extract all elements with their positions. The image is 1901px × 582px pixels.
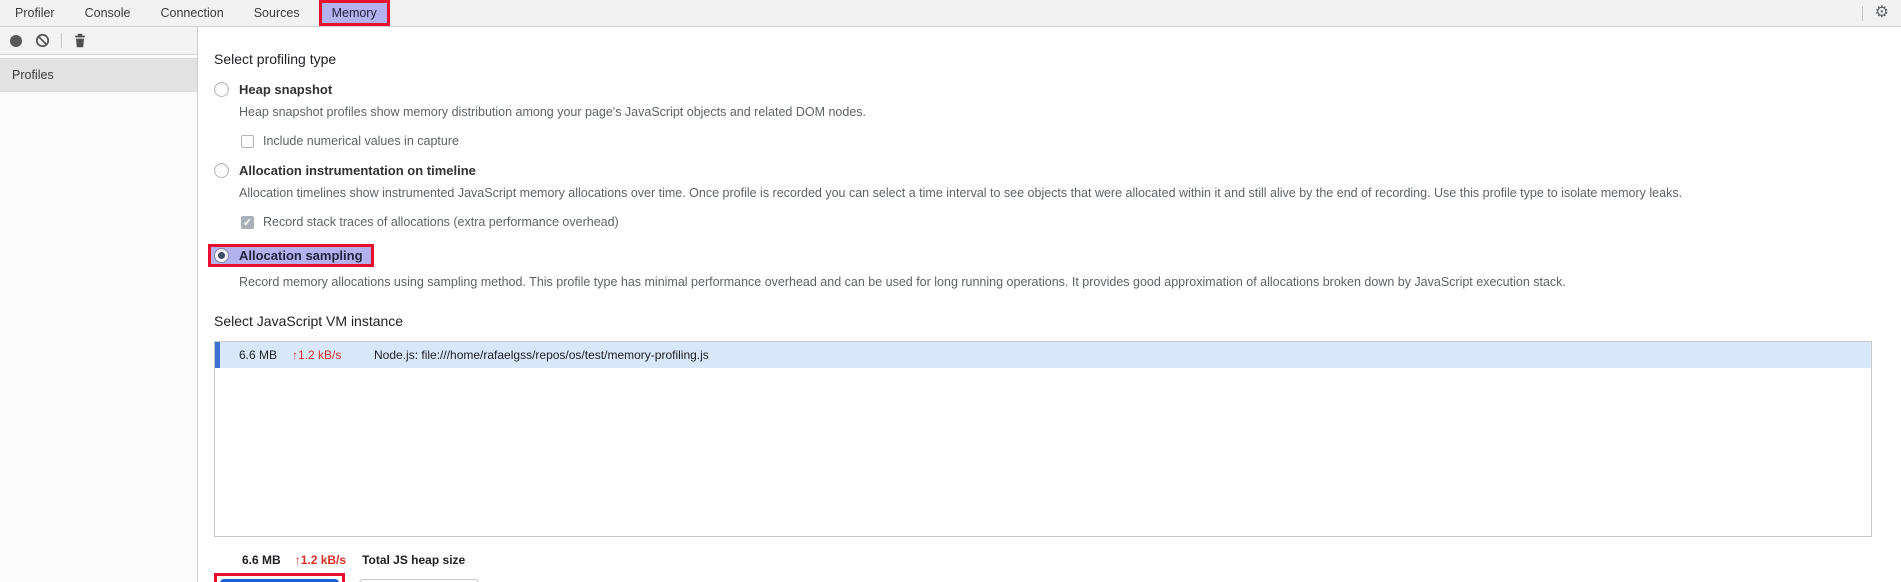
heap-snapshot-label: Heap snapshot	[239, 82, 333, 97]
allocation-sampling-annotation-box: Allocation sampling	[208, 244, 374, 267]
vm-instance-name: Node.js: file:///home/rafaelgss/repos/os…	[374, 348, 709, 362]
start-button-annotation-box: Start	[214, 573, 345, 582]
heap-snapshot-radio[interactable]	[214, 82, 229, 97]
clear-all-icon[interactable]	[35, 33, 50, 48]
tabbar-right-controls: ⚙	[1861, 5, 1901, 21]
settings-gear-icon[interactable]: ⚙	[1875, 5, 1889, 21]
profiler-toolbar	[0, 27, 197, 55]
devtools-window: Profiler Console Connection Sources Memo…	[0, 0, 1901, 582]
allocation-sampling-description: Record memory allocations using sampling…	[239, 275, 1566, 289]
total-heap-size-label: Total JS heap size	[362, 553, 466, 567]
include-numerical-values-row: Include numerical values in capture	[241, 134, 1901, 148]
profiles-sidebar: Profiles	[0, 27, 198, 582]
allocation-timeline-label: Allocation instrumentation on timeline	[239, 163, 476, 178]
total-heap-row: 6.6 MB ↑1.2 kB/s Total JS heap size	[214, 553, 1901, 567]
allocation-timeline-description: Allocation timelines show instrumented J…	[239, 186, 1683, 200]
vm-allocation-rate: ↑1.2 kB/s	[292, 348, 342, 362]
total-allocation-rate: ↑1.2 kB/s	[294, 553, 347, 567]
option-allocation-timeline: Allocation instrumentation on timeline A…	[214, 163, 1901, 229]
tab-sources[interactable]: Sources	[239, 0, 315, 26]
toolbar-divider	[61, 33, 62, 48]
vm-heap-size: 6.6 MB	[239, 348, 278, 362]
tab-profiler[interactable]: Profiler	[0, 0, 70, 26]
tab-connection[interactable]: Connection	[145, 0, 238, 26]
vm-instance-row[interactable]: 6.6 MB ↑1.2 kB/s Node.js: file:///home/r…	[215, 342, 1871, 368]
vm-instance-title: Select JavaScript VM instance	[214, 313, 404, 329]
action-buttons-row: Start Load	[214, 573, 1901, 582]
option-allocation-sampling: Allocation sampling Record memory alloca…	[208, 244, 1901, 289]
record-stack-traces-checkbox[interactable]	[241, 215, 254, 229]
delete-trash-icon[interactable]	[73, 33, 87, 48]
option-heap-snapshot: Heap snapshot Heap snapshot profiles sho…	[214, 82, 1901, 148]
heap-snapshot-description: Heap snapshot profiles show memory distr…	[239, 105, 867, 119]
allocation-timeline-radio[interactable]	[214, 163, 229, 178]
total-heap-size-value: 6.6 MB	[242, 553, 281, 567]
allocation-sampling-label: Allocation sampling	[239, 248, 363, 263]
include-numerical-values-label: Include numerical values in capture	[263, 134, 459, 148]
tab-console[interactable]: Console	[70, 0, 146, 26]
top-tab-bar: Profiler Console Connection Sources Memo…	[0, 0, 1901, 27]
memory-panel: Select profiling type Heap snapshot Heap…	[198, 27, 1901, 582]
record-stack-traces-row: Record stack traces of allocations (extr…	[241, 215, 1901, 229]
record-stack-traces-label: Record stack traces of allocations (extr…	[263, 215, 619, 229]
profiles-label: Profiles	[12, 68, 54, 82]
vm-instance-list: 6.6 MB ↑1.2 kB/s Node.js: file:///home/r…	[214, 341, 1872, 537]
sidebar-item-profiles[interactable]: Profiles	[0, 58, 197, 92]
allocation-sampling-radio[interactable]	[214, 248, 229, 263]
tabbar-divider	[1861, 5, 1863, 21]
record-icon[interactable]	[10, 34, 22, 47]
tab-memory[interactable]: Memory	[318, 0, 390, 26]
include-numerical-values-checkbox[interactable]	[241, 134, 254, 148]
profiling-type-title: Select profiling type	[214, 51, 337, 67]
